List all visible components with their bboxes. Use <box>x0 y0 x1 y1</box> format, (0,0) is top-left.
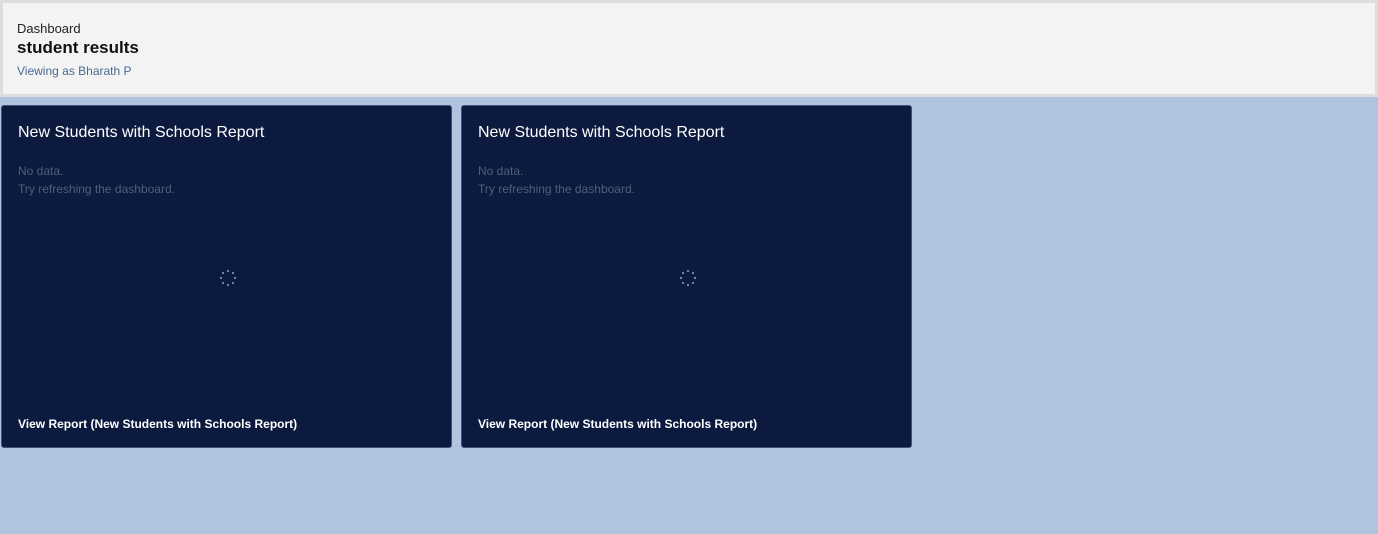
view-report-link[interactable]: View Report (New Students with Schools R… <box>478 417 757 431</box>
refresh-hint-text: Try refreshing the dashboard. <box>18 182 175 196</box>
card-title: New Students with Schools Report <box>478 124 725 141</box>
card-title: New Students with Schools Report <box>18 124 265 141</box>
spinner-icon <box>219 269 237 287</box>
dashboard-label: Dashboard <box>17 21 81 36</box>
report-card: New Students with Schools Report No data… <box>461 105 912 448</box>
no-data-text: No data. <box>478 164 524 178</box>
no-data-message: No data. Try refreshing the dashboard. <box>478 162 635 198</box>
no-data-text: No data. <box>18 164 64 178</box>
refresh-hint-text: Try refreshing the dashboard. <box>478 182 635 196</box>
no-data-message: No data. Try refreshing the dashboard. <box>18 162 175 198</box>
report-card: New Students with Schools Report No data… <box>1 105 452 448</box>
dashboard-title: student results <box>17 38 139 57</box>
viewing-as-text: Viewing as Bharath P <box>17 64 132 78</box>
view-report-link[interactable]: View Report (New Students with Schools R… <box>18 417 297 431</box>
dashboard-header: Dashboard student results Viewing as Bha… <box>0 0 1378 97</box>
spinner-icon <box>679 269 697 287</box>
